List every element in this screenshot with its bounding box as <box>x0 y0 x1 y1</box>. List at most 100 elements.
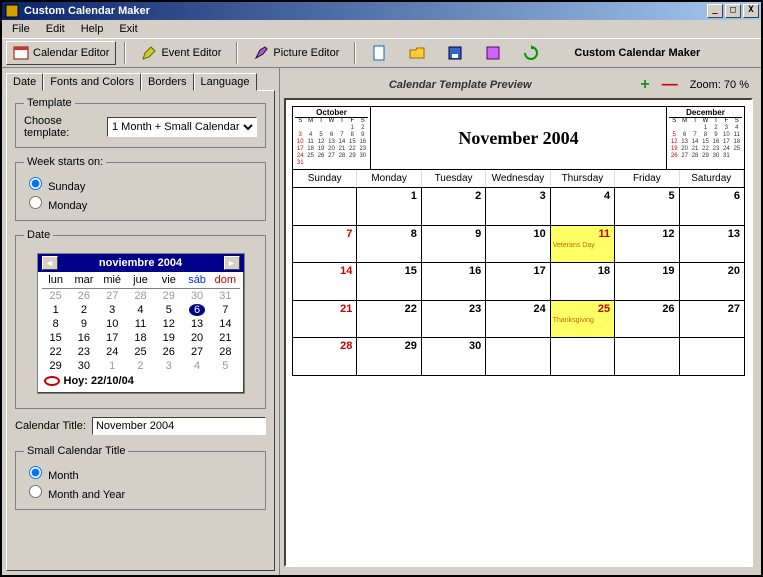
save-button[interactable] <box>440 41 470 65</box>
tab-language[interactable]: Language <box>194 73 257 91</box>
calendar-editor-button[interactable]: Calendar Editor <box>6 41 116 65</box>
preview-day-cell: 8 <box>357 225 421 263</box>
mini-cal-day[interactable]: 18 <box>126 331 154 345</box>
mini-cal-day[interactable]: 10 <box>98 317 126 331</box>
zoom-in-button[interactable]: + <box>640 76 649 94</box>
radio-month[interactable]: Month <box>24 470 79 482</box>
today-row[interactable]: Hoy: 22/10/04 <box>38 373 244 389</box>
today-ring-icon <box>44 376 60 386</box>
mini-cal-day[interactable]: 4 <box>126 303 154 317</box>
mini-cal-day[interactable]: 4 <box>183 359 211 373</box>
mini-cal-dayheader: lun <box>42 274 70 289</box>
tab-date[interactable]: Date <box>6 73 43 91</box>
preview-box: October SMTWTFS1234567891011121314151617… <box>284 98 753 567</box>
mini-cal-day[interactable]: 28 <box>126 289 154 303</box>
mini-cal-day[interactable]: 24 <box>98 345 126 359</box>
close-button[interactable]: X <box>743 4 759 18</box>
floppy-icon <box>447 45 463 61</box>
mini-cal-day[interactable]: 12 <box>155 317 183 331</box>
calendar-title-input[interactable] <box>92 417 266 435</box>
mini-cal-day[interactable]: 31 <box>211 289 239 303</box>
preview-main-title: November 2004 <box>371 107 666 169</box>
preview-day-cell: 10 <box>486 225 550 263</box>
mini-cal-day[interactable]: 6 <box>183 303 211 317</box>
mini-cal-day[interactable]: 29 <box>42 359 70 373</box>
book-button[interactable] <box>478 41 508 65</box>
mini-cal-day[interactable]: 28 <box>211 345 239 359</box>
mini-cal-day[interactable]: 26 <box>155 345 183 359</box>
preview-day-cell: 2 <box>422 187 486 225</box>
mini-cal-day[interactable]: 1 <box>42 303 70 317</box>
mini-cal-day[interactable]: 22 <box>42 345 70 359</box>
mini-cal-day[interactable]: 30 <box>183 289 211 303</box>
mini-cal-day[interactable]: 27 <box>183 345 211 359</box>
radio-monday[interactable]: Monday <box>24 200 87 212</box>
preview-day-cell: 23 <box>422 300 486 338</box>
preview-day-cell: 18 <box>551 262 615 300</box>
today-label: Hoy: 22/10/04 <box>64 375 134 387</box>
smalltitle-group: Small Calendar Title Month Month and Yea… <box>15 445 266 510</box>
minimize-button[interactable]: _ <box>707 4 723 18</box>
open-button[interactable] <box>402 41 432 65</box>
mini-calendar: ◄ noviembre 2004 ► lunmarmiéjueviesábdom… <box>37 253 245 394</box>
menu-exit[interactable]: Exit <box>113 22 143 36</box>
mini-cal-day[interactable]: 30 <box>70 359 98 373</box>
mini-cal-day[interactable]: 1 <box>98 359 126 373</box>
mini-cal-day[interactable]: 11 <box>126 317 154 331</box>
toolbar-divider <box>354 42 356 64</box>
template-legend: Template <box>24 97 75 109</box>
mini-cal-day[interactable]: 9 <box>70 317 98 331</box>
tab-fonts[interactable]: Fonts and Colors <box>43 73 141 91</box>
prev-month-button[interactable]: ◄ <box>42 256 58 270</box>
mini-cal-day[interactable]: 20 <box>183 331 211 345</box>
mini-cal-day[interactable]: 21 <box>211 331 239 345</box>
mini-cal-day[interactable]: 2 <box>126 359 154 373</box>
maximize-button[interactable]: □ <box>725 4 741 18</box>
mini-cal-day[interactable]: 23 <box>70 345 98 359</box>
preview-day-cell: 1 <box>357 187 421 225</box>
mini-cal-day[interactable]: 14 <box>211 317 239 331</box>
menu-edit[interactable]: Edit <box>40 22 71 36</box>
preview-day-cell: 3 <box>486 187 550 225</box>
tab-borders[interactable]: Borders <box>141 73 194 91</box>
new-button[interactable] <box>364 41 394 65</box>
mini-cal-day[interactable]: 19 <box>155 331 183 345</box>
toolbar: Calendar Editor Event Editor Picture Edi… <box>2 38 761 68</box>
preview-day-cell: 9 <box>422 225 486 263</box>
mini-cal-day[interactable]: 25 <box>126 345 154 359</box>
mini-cal-day[interactable]: 8 <box>42 317 70 331</box>
template-select[interactable]: 1 Month + Small Calendar <box>107 117 257 137</box>
mini-cal-day[interactable]: 3 <box>98 303 126 317</box>
preview-day-cell: 14 <box>293 262 357 300</box>
next-month-button[interactable]: ► <box>224 256 240 270</box>
menu-file[interactable]: File <box>6 22 36 36</box>
mini-cal-day[interactable]: 15 <box>42 331 70 345</box>
mini-cal-day[interactable]: 16 <box>70 331 98 345</box>
preview-day-cell: 21 <box>293 300 357 338</box>
picture-editor-button[interactable]: Picture Editor <box>246 41 346 65</box>
mini-cal-day[interactable]: 29 <box>155 289 183 303</box>
preview-dayheader: Tuesday <box>422 170 486 187</box>
mini-cal-day[interactable]: 13 <box>183 317 211 331</box>
mini-cal-day[interactable]: 27 <box>98 289 126 303</box>
radio-sunday[interactable]: Sunday <box>24 181 85 193</box>
mini-cal-day[interactable]: 26 <box>70 289 98 303</box>
preview-day-cell: 11Veterans Day <box>551 225 615 263</box>
mini-cal-day[interactable]: 3 <box>155 359 183 373</box>
preview-bar: Calendar Template Preview + — Zoom: 70 % <box>284 72 757 98</box>
mini-cal-day[interactable]: 25 <box>42 289 70 303</box>
refresh-button[interactable] <box>516 41 546 65</box>
mini-cal-dayheader: jue <box>126 274 154 289</box>
mini-cal-day[interactable]: 17 <box>98 331 126 345</box>
mini-cal-day[interactable]: 2 <box>70 303 98 317</box>
preview-dayheader: Friday <box>615 170 679 187</box>
zoom-out-button[interactable]: — <box>662 76 678 94</box>
preview-day-cell: 29 <box>357 337 421 375</box>
radio-monthyear[interactable]: Month and Year <box>24 489 125 501</box>
mini-cal-day[interactable]: 7 <box>211 303 239 317</box>
menu-help[interactable]: Help <box>75 22 110 36</box>
mini-cal-day[interactable]: 5 <box>211 359 239 373</box>
mini-cal-day[interactable]: 5 <box>155 303 183 317</box>
window-title: Custom Calendar Maker <box>24 5 705 17</box>
event-editor-button[interactable]: Event Editor <box>134 41 228 65</box>
